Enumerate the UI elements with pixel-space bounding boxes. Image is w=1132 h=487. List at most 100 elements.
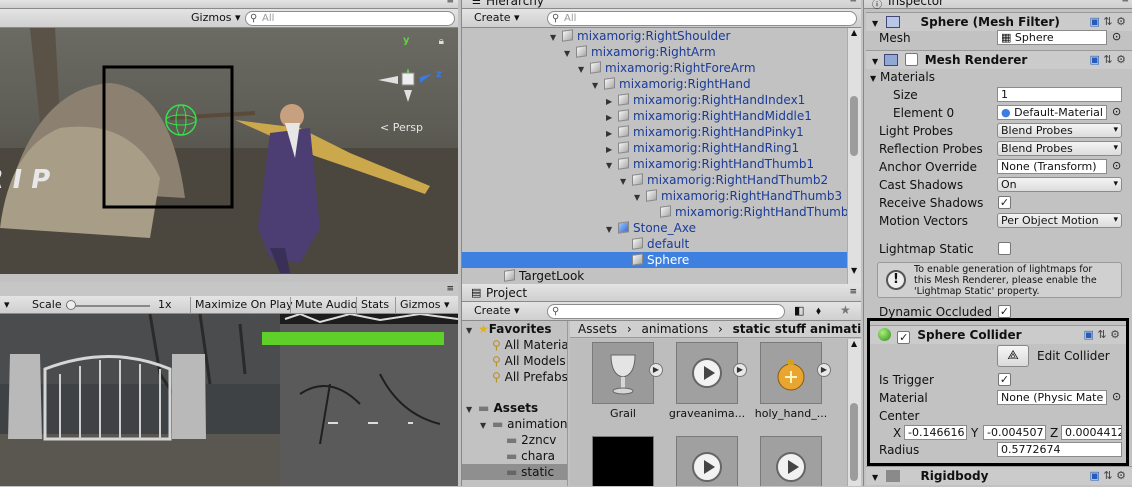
reflection-probes-dropdown[interactable]: Blend Probes [997, 141, 1122, 156]
panel-menu-icon[interactable]: ≡ [446, 0, 454, 6]
hierarchy-item[interactable]: mixamorig:RightHandThumb4 [648, 204, 847, 220]
game-gizmos-dropdown[interactable]: Gizmos ▾ [395, 297, 454, 314]
expand-arrow-icon[interactable]: ▼ [620, 174, 632, 190]
scene-view[interactable]: R I P y z < Persp 🔒︎ [0, 28, 458, 274]
scroll-down-icon[interactable]: ▼ [851, 266, 857, 275]
expand-arrow-icon[interactable]: ▼ [606, 158, 618, 174]
panel-menu-icon[interactable]: ≡ [446, 284, 454, 294]
rigidbody-header[interactable]: ▼ Rigidbody ▣ ⇅ ⚙ [866, 466, 1132, 485]
expand-arrow-icon[interactable]: ▼ [872, 57, 878, 66]
hierarchy-item[interactable]: ▶ mixamorig:RightHandMiddle1 [606, 108, 812, 124]
hierarchy-item-selected[interactable]: Sphere [462, 252, 847, 268]
preset-icon[interactable]: ⇅ [1103, 469, 1112, 482]
motion-vectors-dropdown[interactable]: Per Object Motion [997, 213, 1122, 228]
expand-arrow-icon[interactable]: ▼ [606, 222, 618, 238]
display-dropdown[interactable]: ▾ [0, 297, 14, 314]
mesh-renderer-header[interactable]: ▼ Mesh Renderer ▣ ⇅ ⚙ [866, 50, 1132, 69]
object-picker-icon[interactable]: ⊙ [1112, 30, 1121, 43]
project-scrollbar[interactable]: ▲ [847, 339, 861, 486]
asset-tile[interactable] [676, 342, 738, 404]
sphere-collider-header[interactable]: ✓ Sphere Collider ▣ ⇅ ⚙ [870, 325, 1126, 344]
hierarchy-item[interactable]: ▼ mixamorig:RightForeArm [578, 60, 756, 76]
hierarchy-scroll-thumb[interactable] [850, 96, 858, 156]
scene-search-input[interactable]: ⚲ All [245, 11, 455, 26]
scale-slider-handle[interactable] [66, 300, 76, 310]
expand-arrow-icon[interactable]: ▼ [872, 473, 878, 482]
hierarchy-create-button[interactable]: Create ▾ [470, 10, 524, 27]
mesh-field[interactable]: ▦ Sphere [997, 30, 1107, 45]
hierarchy-item[interactable]: ▼ mixamorig:RightArm [564, 44, 716, 60]
element0-field[interactable]: ● Default-Material [997, 105, 1107, 120]
center-z-field[interactable]: 0.0004412 [1061, 425, 1122, 440]
game-view[interactable] [0, 314, 458, 486]
object-picker-icon[interactable]: ⊙ [1112, 159, 1121, 172]
settings-gear-icon[interactable]: ⚙ [1110, 328, 1120, 341]
scroll-up-icon[interactable]: ▲ [851, 339, 857, 348]
expand-asset-icon[interactable]: ▶ [817, 363, 831, 377]
project-tab[interactable]: ▤ Project ≡ [462, 284, 861, 302]
panel-menu-icon[interactable]: ≡ [1121, 0, 1129, 5]
settings-gear-icon[interactable]: ⚙ [1116, 469, 1126, 482]
expand-arrow-icon[interactable]: ▼ [870, 74, 876, 83]
hierarchy-item[interactable]: ▶ mixamorig:RightHandIndex1 [606, 92, 805, 108]
folder-item[interactable]: ▼ ▬ animations [480, 416, 567, 434]
materials-foldout[interactable]: ▼ Materials [870, 69, 935, 85]
persp-label[interactable]: < Persp [380, 121, 423, 134]
hierarchy-item[interactable]: ▶ mixamorig:RightHandRing1 [606, 140, 799, 156]
project-search-input[interactable]: ⚲ [547, 304, 785, 319]
breadcrumb-item[interactable]: animations [642, 322, 709, 336]
radius-field[interactable]: 0.5772674 [997, 442, 1122, 457]
asset-tile[interactable] [760, 342, 822, 404]
asset-tile[interactable] [676, 436, 738, 486]
help-icon[interactable]: ▣ [1084, 328, 1094, 341]
hierarchy-tab[interactable]: ☰ Hierarchy ≡ [462, 0, 861, 9]
expand-asset-icon[interactable]: ▶ [649, 363, 663, 377]
help-icon[interactable]: ▣ [1090, 53, 1100, 66]
cast-shadows-dropdown[interactable]: On [997, 177, 1122, 192]
expand-arrow-icon[interactable]: ▼ [592, 78, 604, 94]
receive-shadows-checkbox[interactable]: ✓ [998, 196, 1011, 209]
assets-header[interactable]: ▼ ▬ Assets [466, 400, 538, 416]
preset-icon[interactable]: ⇅ [1103, 15, 1112, 28]
hierarchy-item[interactable]: ▼ mixamorig:RightShoulder [550, 28, 730, 44]
expand-arrow-icon[interactable]: ▼ [634, 190, 646, 206]
light-probes-dropdown[interactable]: Blend Probes [997, 123, 1122, 138]
hierarchy-item[interactable]: ▼ mixamorig:RightHandThumb2 [620, 172, 828, 188]
lightmap-static-checkbox[interactable] [998, 242, 1011, 255]
hierarchy-item[interactable]: default [620, 236, 689, 252]
maximize-on-play-button[interactable]: Maximize On Play [190, 297, 297, 314]
hierarchy-item[interactable]: ▼ mixamorig:RightHandThumb1 [606, 156, 814, 172]
expand-arrow-icon[interactable]: ▼ [872, 19, 878, 28]
favorite-item[interactable]: ⚲ All Materials [492, 337, 567, 353]
breadcrumb-item[interactable]: Assets [578, 322, 617, 336]
object-picker-icon[interactable]: ⊙ [1112, 390, 1121, 403]
project-create-button[interactable]: Create ▾ [470, 303, 524, 320]
expand-asset-icon[interactable]: ▶ [733, 363, 747, 377]
folder-item-selected[interactable]: ▬ static [462, 464, 567, 480]
panel-menu-icon[interactable]: ≡ [849, 0, 857, 5]
help-icon[interactable]: ▣ [1090, 469, 1100, 482]
project-scroll-thumb[interactable] [850, 403, 858, 481]
hierarchy-item[interactable]: ▼ mixamorig:RightHand [592, 76, 751, 92]
sphere-collider-enabled-checkbox[interactable]: ✓ [897, 331, 911, 344]
edit-collider-button[interactable]: ⟁ [997, 345, 1029, 367]
preset-icon[interactable]: ⇅ [1103, 53, 1112, 66]
hierarchy-item[interactable]: TargetLook [492, 268, 584, 284]
center-y-field[interactable]: -0.004507 [983, 425, 1046, 440]
hierarchy-search-input[interactable]: ⚲ All [547, 11, 857, 26]
settings-gear-icon[interactable]: ⚙ [1116, 15, 1126, 28]
size-field[interactable]: 1 [997, 87, 1122, 102]
hierarchy-item[interactable]: ▶ mixamorig:RightHandPinky1 [606, 124, 804, 140]
lock-icon[interactable]: 🔒︎ [439, 36, 444, 47]
scene-gizmos-dropdown[interactable]: Gizmos ▾ [187, 10, 245, 27]
favorite-item[interactable]: ⚲ All Prefabs [492, 369, 567, 385]
mute-audio-button[interactable]: Mute Audio [290, 297, 361, 314]
physic-material-field[interactable]: None (Physic Mate [997, 390, 1107, 405]
is-trigger-checkbox[interactable]: ✓ [998, 373, 1011, 386]
folder-item[interactable]: ▬ 2zncv [506, 432, 556, 448]
favorite-item[interactable]: ⚲ All Models [492, 353, 566, 369]
scroll-up-icon[interactable]: ▲ [851, 28, 857, 37]
expand-arrow-icon[interactable]: ▼ [466, 323, 478, 339]
favorites-header[interactable]: ▼ ★Favorites [466, 321, 551, 337]
expand-arrow-icon[interactable]: ▼ [480, 418, 492, 434]
